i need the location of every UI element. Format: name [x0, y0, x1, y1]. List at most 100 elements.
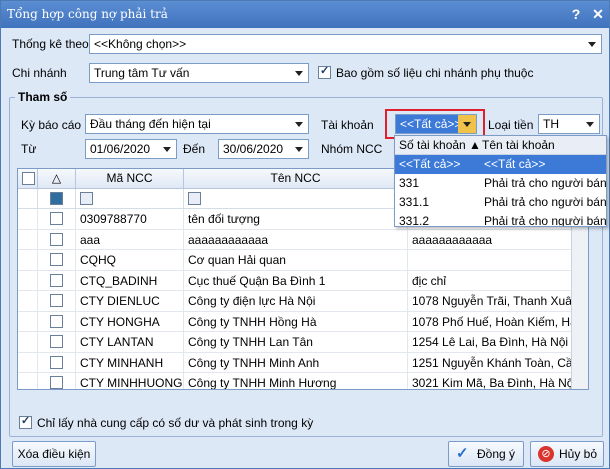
filter-ma-icon[interactable] [80, 192, 93, 205]
row-check-cell[interactable] [38, 291, 76, 311]
filter-ten[interactable] [184, 189, 408, 209]
row-checkbox[interactable] [50, 314, 63, 328]
table-row[interactable]: CTY DIENLUC Công ty điện lực Hà Nội 1078 N… [18, 291, 588, 312]
row-diachi: 1254 Lê Lai, Ba Đình, Hà Nội [412, 335, 569, 349]
loai-tien-combo[interactable]: TH [538, 114, 600, 134]
row-check-cell[interactable] [38, 311, 76, 332]
tu-label: Từ [21, 142, 37, 156]
bao-gom-label: Bao gồm số liệu chi nhánh phụ thuộc [336, 66, 534, 80]
tai-khoan-dropdown[interactable]: Số tài khoản ▲ Tên tài khoản <<Tất cả>> <… [394, 135, 607, 227]
item-ten: <<Tất cả>> [484, 157, 546, 171]
chi-lay-checkbox[interactable] [19, 414, 32, 429]
row-select-cell[interactable] [18, 373, 38, 389]
nhom-ncc-label: Nhóm NCC [321, 142, 383, 156]
huy-bo-button[interactable]: ⊘ Hủy bỏ [530, 441, 604, 467]
row-checkbox[interactable] [50, 232, 63, 246]
row-check-cell[interactable] [38, 209, 76, 229]
row-checkbox[interactable] [50, 273, 63, 287]
tu-value: 01/06/2020 [90, 142, 151, 156]
chevron-down-icon[interactable] [583, 35, 601, 53]
chi-nhanh-label: Chi nhánh [12, 66, 67, 80]
row-check-cell[interactable] [38, 352, 76, 373]
bao-gom-checkbox[interactable] [318, 64, 331, 79]
table-row[interactable]: CTY LANTAN Công ty TNHH Lan Tân 1254 Lê La… [18, 332, 588, 353]
thong-ke-label: Thống kê theo [12, 37, 89, 51]
den-date-input[interactable]: 30/06/2020 [218, 139, 309, 159]
dropdown-col-ten: Tên tài khoản [482, 138, 555, 152]
dropdown-item[interactable]: <<Tất cả>> <<Tất cả>> [395, 155, 606, 174]
row-select-cell[interactable] [18, 352, 38, 373]
dropdown-item[interactable]: 331 Phải trả cho người bán [395, 174, 606, 193]
dropdown-item[interactable]: 331.2 Phải trả cho người bán [395, 212, 607, 227]
grid-header-select[interactable] [18, 169, 38, 189]
row-select-cell[interactable] [18, 270, 38, 291]
row-checkbox[interactable] [50, 294, 63, 307]
dong-y-label: Đồng ý [477, 447, 516, 461]
filter-ma[interactable] [76, 189, 184, 209]
chevron-down-icon[interactable] [290, 115, 308, 133]
filter-ten-icon[interactable] [188, 192, 201, 205]
row-checkbox[interactable] [50, 355, 63, 369]
dropdown-item[interactable]: 331.1 Phải trả cho người bán [395, 193, 606, 212]
table-row[interactable]: CTY MINHANH Công ty TNHH Minh Anh 1251 Ngu… [18, 352, 588, 373]
row-check-cell[interactable] [38, 373, 76, 389]
item-so: 331 [399, 176, 420, 190]
help-button[interactable]: ? [567, 5, 585, 23]
row-checkbox[interactable] [50, 376, 63, 389]
thong-ke-combo[interactable]: <<Không chọn>> [89, 34, 602, 54]
row-select-cell[interactable] [18, 209, 38, 229]
item-so: 331.2 [399, 214, 430, 227]
grid-header-check[interactable]: △ [38, 169, 76, 189]
row-ten: Công ty điện lực Hà Nội [184, 291, 408, 311]
row-ten: aaaaaaaaaaaa [184, 229, 408, 250]
row-checkbox[interactable] [50, 335, 63, 348]
row-check-cell[interactable] [38, 250, 76, 270]
row-select-cell[interactable] [18, 332, 38, 352]
grid-header-ten[interactable]: Tên NCC [184, 169, 408, 189]
close-button[interactable]: ✕ [589, 5, 607, 23]
col-ten-label: Tên NCC [270, 171, 321, 185]
table-row[interactable]: aaa aaaaaaaaaaaa aaaaaaaaaaaa [18, 229, 588, 250]
chevron-down-icon[interactable] [290, 140, 308, 158]
row-select-cell[interactable] [18, 311, 38, 332]
row-select-cell[interactable] [18, 250, 38, 270]
row-checkbox[interactable] [50, 212, 63, 225]
table-row[interactable]: CTQ_BADINH Cục thuế Quận Ba Đình 1 địc chỉ [18, 270, 588, 291]
filter-checkbox[interactable] [50, 192, 63, 205]
loai-tien-label: Loại tiền [488, 118, 534, 132]
row-check-cell[interactable] [38, 229, 76, 250]
ky-bao-cao-combo[interactable]: Đầu tháng đến hiện tại [85, 114, 309, 134]
table-row[interactable]: CTY HONGHA Công ty TNHH Hồng Hà 1078 Phố H… [18, 311, 588, 332]
filter-cell[interactable] [38, 189, 76, 209]
row-check-cell[interactable] [38, 270, 76, 291]
chi-nhanh-combo[interactable]: Trung tâm Tư vấn [89, 63, 309, 83]
tham-so-title: Tham số [15, 90, 71, 104]
xoa-dieu-kien-button[interactable]: Xóa điều kiện [12, 441, 96, 467]
row-ma: CTQ_BADINH [76, 270, 184, 291]
row-select-cell[interactable] [18, 291, 38, 311]
dropdown-header: Số tài khoản ▲ Tên tài khoản [395, 136, 606, 155]
ky-bao-cao-value: Đầu tháng đến hiện tại [90, 117, 211, 131]
row-ma: CTY MINHHUONG [76, 373, 184, 389]
row-ma: CTY HONGHA [76, 311, 184, 332]
select-all-checkbox[interactable] [22, 172, 35, 185]
row-ten: Công ty TNHH Minh Anh [184, 352, 408, 373]
grid-header-ma[interactable]: Mã NCC [76, 169, 184, 189]
filter-cell[interactable] [18, 189, 38, 209]
chevron-down-icon[interactable] [158, 140, 176, 158]
item-so: 331.1 [399, 195, 430, 209]
row-diachi: 3021 Kim Mã, Ba Đình, Hà Nội [412, 376, 574, 390]
chi-nhanh-value: Trung tâm Tư vấn [94, 66, 190, 80]
table-row[interactable]: CQHQ Cơ quan Hải quan [18, 250, 588, 271]
item-ten: Phải trả cho người bán [484, 214, 607, 227]
row-ten: tên đối tượng [184, 209, 408, 229]
tu-date-input[interactable]: 01/06/2020 [85, 139, 177, 159]
row-select-cell[interactable] [18, 229, 38, 250]
dong-y-button[interactable]: ✓ Đồng ý [448, 441, 524, 467]
chevron-down-icon[interactable] [581, 115, 599, 133]
row-check-cell[interactable] [38, 332, 76, 352]
row-checkbox[interactable] [50, 253, 63, 266]
table-row[interactable]: CTY MINHHUONG Công ty TNHH Minh Hương 3021… [18, 373, 588, 390]
chevron-down-icon[interactable] [290, 64, 308, 82]
row-ma: CQHQ [76, 250, 184, 270]
